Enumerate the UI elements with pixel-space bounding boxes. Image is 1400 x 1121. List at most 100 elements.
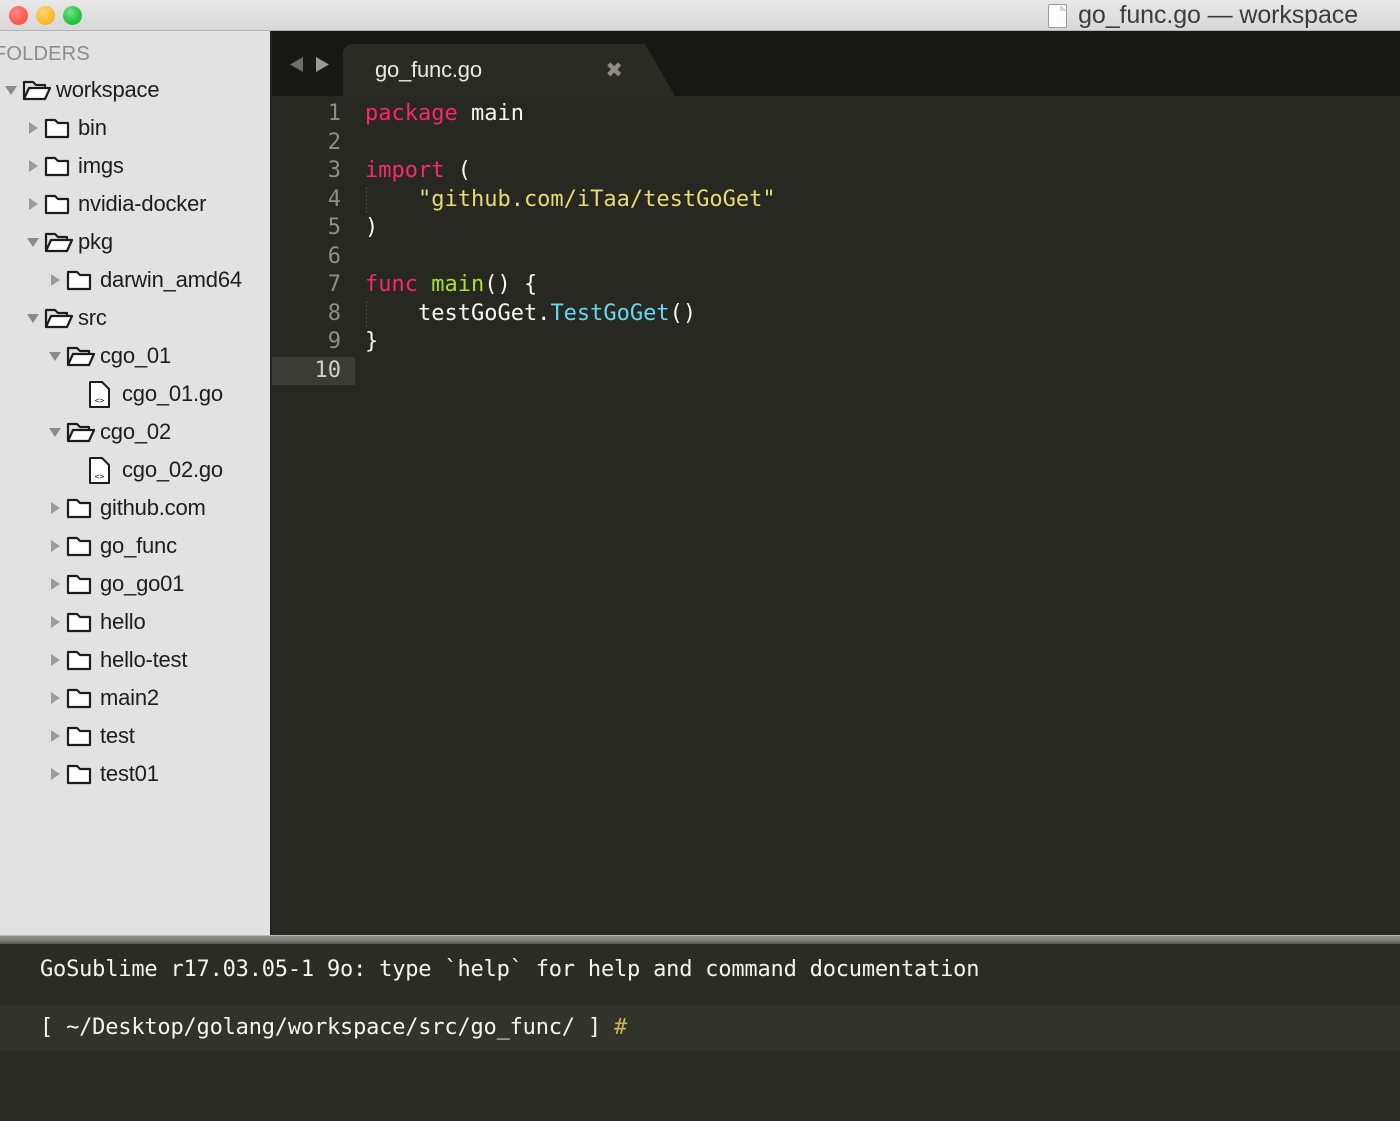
chevron-right-icon[interactable] [22,196,44,212]
tree-item-src[interactable]: src [0,299,270,337]
folder-icon [66,762,96,786]
svg-text:<>: <> [95,396,105,405]
tree-item-test01[interactable]: test01 [0,755,270,793]
chevron-down-icon[interactable] [0,82,22,98]
code-view[interactable]: 1 2 3 4 5 6 7 8 9 10 package main import ( "githu… [272,96,1400,935]
code-content[interactable]: package main import ( "github.com/iTaa/t… [355,96,1400,935]
close-button[interactable] [9,5,28,25]
code-line[interactable]: ) [355,214,1400,243]
console-divider[interactable] [0,935,1400,944]
chevron-right-icon[interactable] [22,158,44,174]
tree-item-cgo-01-go[interactable]: <> cgo_01.go [0,375,270,413]
folder-open-icon [44,230,74,254]
code-line[interactable]: "github.com/iTaa/testGoGet" [355,186,1400,215]
tree-item-label: cgo_01 [100,343,171,368]
code-token: () { [484,272,538,297]
chevron-right-icon[interactable] [44,728,66,744]
chevron-right-icon[interactable] [44,500,66,516]
folder-icon [66,610,96,634]
window-title: go_func.go — workspace [1078,1,1358,29]
tree-item-hello-test[interactable]: hello-test [0,641,270,679]
folder-icon [66,572,96,596]
tree-item-bin[interactable]: bin [0,109,270,147]
console-panel[interactable]: GoSublime r17.03.05-1 9o: type `help` fo… [0,944,1400,1121]
maximize-button[interactable] [63,5,82,25]
tree-item-darwin-amd64[interactable]: darwin_amd64 [0,261,270,299]
chevron-right-icon[interactable] [44,766,66,782]
document-icon [1048,3,1068,28]
tree-item-label: test [100,723,135,748]
sidebar-folders-header: FOLDERS [0,43,90,65]
tree-item-github-com[interactable]: github.com [0,489,270,527]
chevron-down-icon[interactable] [22,234,44,250]
folder-icon [66,724,96,748]
tab-bar: go_func.go ✖ [272,31,1400,96]
line-number: 5 [327,215,341,240]
line-number: 2 [327,129,341,155]
tree-item-label: main2 [100,685,159,710]
tree-item-imgs[interactable]: imgs [0,147,270,185]
tree-item-workspace[interactable]: workspace [0,71,270,109]
folder-open-icon [66,344,96,368]
code-token: () [669,300,697,326]
folder-open-icon [66,420,96,444]
tab-go-func-go[interactable]: go_func.go ✖ [343,44,675,96]
code-token: } [365,329,379,354]
tree-item-go-func[interactable]: go_func [0,527,270,565]
chevron-down-icon[interactable] [44,348,66,364]
tree-item-label: go_func [100,533,177,558]
code-line[interactable]: testGoGet.TestGoGet() [355,300,1400,329]
chevron-right-icon[interactable] [22,120,44,136]
code-file-icon: <> [88,456,118,484]
chevron-down-icon[interactable] [44,424,66,440]
folder-icon [66,268,96,292]
tree-item-label: test01 [100,761,159,786]
close-icon[interactable]: ✖ [605,60,623,81]
tree-item-label: imgs [78,153,124,178]
arrow-left-icon[interactable] [288,55,305,74]
folder-icon [66,648,96,672]
minimize-button[interactable] [36,5,55,25]
tree-item-cgo-02-go[interactable]: <> cgo_02.go [0,451,270,489]
tree-item-hello[interactable]: hello [0,603,270,641]
chevron-right-icon[interactable] [44,576,66,592]
code-line[interactable] [355,129,1400,158]
code-token: package [365,101,458,126]
line-number: 8 [327,300,341,326]
folder-tree[interactable]: workspace bin imgs nvidia-docker pkg darwin_a… [0,69,270,793]
code-line[interactable]: func main() { [355,271,1400,300]
code-line[interactable]: } [355,328,1400,357]
code-line[interactable] [355,243,1400,272]
chevron-down-icon[interactable] [22,310,44,326]
tree-item-label: cgo_02 [100,419,171,444]
tab-navigation[interactable] [272,55,343,96]
folder-open-icon [44,306,74,330]
code-token: "github.com/iTaa/testGoGet" [365,186,776,212]
sidebar[interactable]: FOLDERS workspace bin imgs nvidia-docker pkg… [0,31,271,935]
arrow-right-icon[interactable] [314,55,331,74]
tree-item-go-go01[interactable]: go_go01 [0,565,270,603]
code-line[interactable]: import ( [355,157,1400,186]
chevron-right-icon[interactable] [44,690,66,706]
code-token: func [365,272,418,297]
code-line[interactable]: package main [355,100,1400,129]
console-prompt-line[interactable]: [ ~/Desktop/golang/workspace/src/go_func… [0,1006,1400,1050]
tree-item-cgo-01[interactable]: cgo_01 [0,337,270,375]
tree-item-test[interactable]: test [0,717,270,755]
tree-item-main2[interactable]: main2 [0,679,270,717]
chevron-right-icon[interactable] [44,272,66,288]
tree-item-pkg[interactable]: pkg [0,223,270,261]
tree-item-nvidia-docker[interactable]: nvidia-docker [0,185,270,223]
chevron-right-icon[interactable] [44,614,66,630]
tree-item-label: github.com [100,495,206,520]
tree-item-cgo-02[interactable]: cgo_02 [0,413,270,451]
code-line[interactable] [355,357,1400,386]
chevron-right-icon[interactable] [44,652,66,668]
folder-icon [44,192,74,216]
console-output-area[interactable] [0,1050,1400,1121]
chevron-right-icon[interactable] [44,538,66,554]
tab-label: go_func.go [375,57,482,82]
line-number-gutter: 1 2 3 4 5 6 7 8 9 10 [272,96,355,935]
code-token: main [457,101,524,126]
